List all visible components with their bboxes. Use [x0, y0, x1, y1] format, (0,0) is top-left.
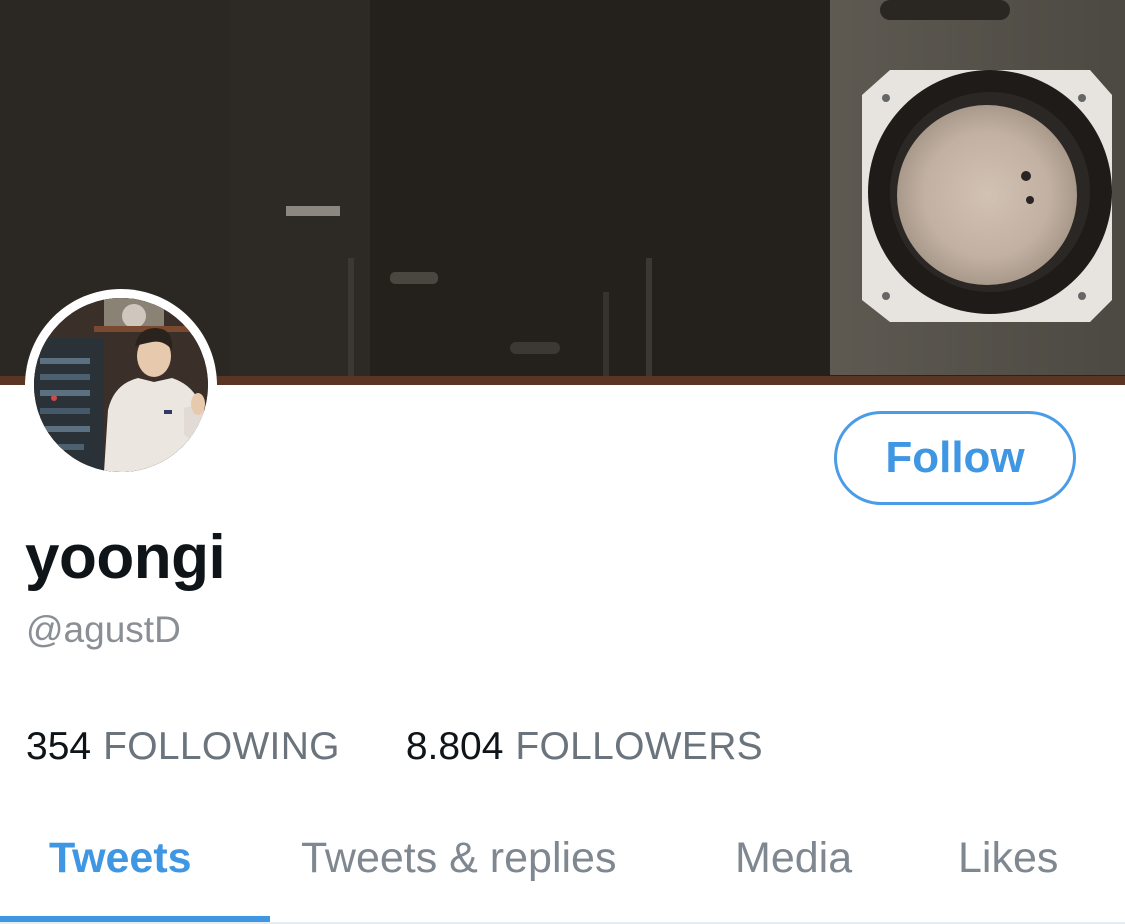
- profile-avatar[interactable]: [25, 289, 217, 481]
- avatar-photo: [34, 298, 208, 472]
- tab-likes[interactable]: Likes: [958, 832, 1058, 884]
- tab-tweets[interactable]: Tweets: [49, 832, 192, 884]
- profile-page: Follow yoongi @agustD 354 FOLLOWING 8.80…: [0, 0, 1125, 924]
- follow-button[interactable]: Follow: [834, 411, 1076, 505]
- tab-media[interactable]: Media: [735, 832, 852, 884]
- following-label: FOLLOWING: [103, 725, 340, 768]
- followers-count: 8.804: [405, 725, 504, 768]
- profile-handle: @agustD: [26, 609, 181, 650]
- profile-stats: 354 FOLLOWING 8.804 FOLLOWERS: [26, 723, 763, 771]
- followers-label: FOLLOWERS: [515, 725, 763, 768]
- following-count: 354: [26, 725, 92, 768]
- tab-tweets-and-replies[interactable]: Tweets & replies: [301, 832, 616, 884]
- profile-tabs: Tweets Tweets & replies Media Likes: [0, 820, 1125, 924]
- avatar-illustration: [34, 298, 208, 472]
- following-stat-link[interactable]: 354 FOLLOWING: [26, 723, 340, 771]
- profile-display-name: yoongi: [25, 523, 226, 592]
- followers-stat-link[interactable]: 8.804 FOLLOWERS: [406, 723, 763, 771]
